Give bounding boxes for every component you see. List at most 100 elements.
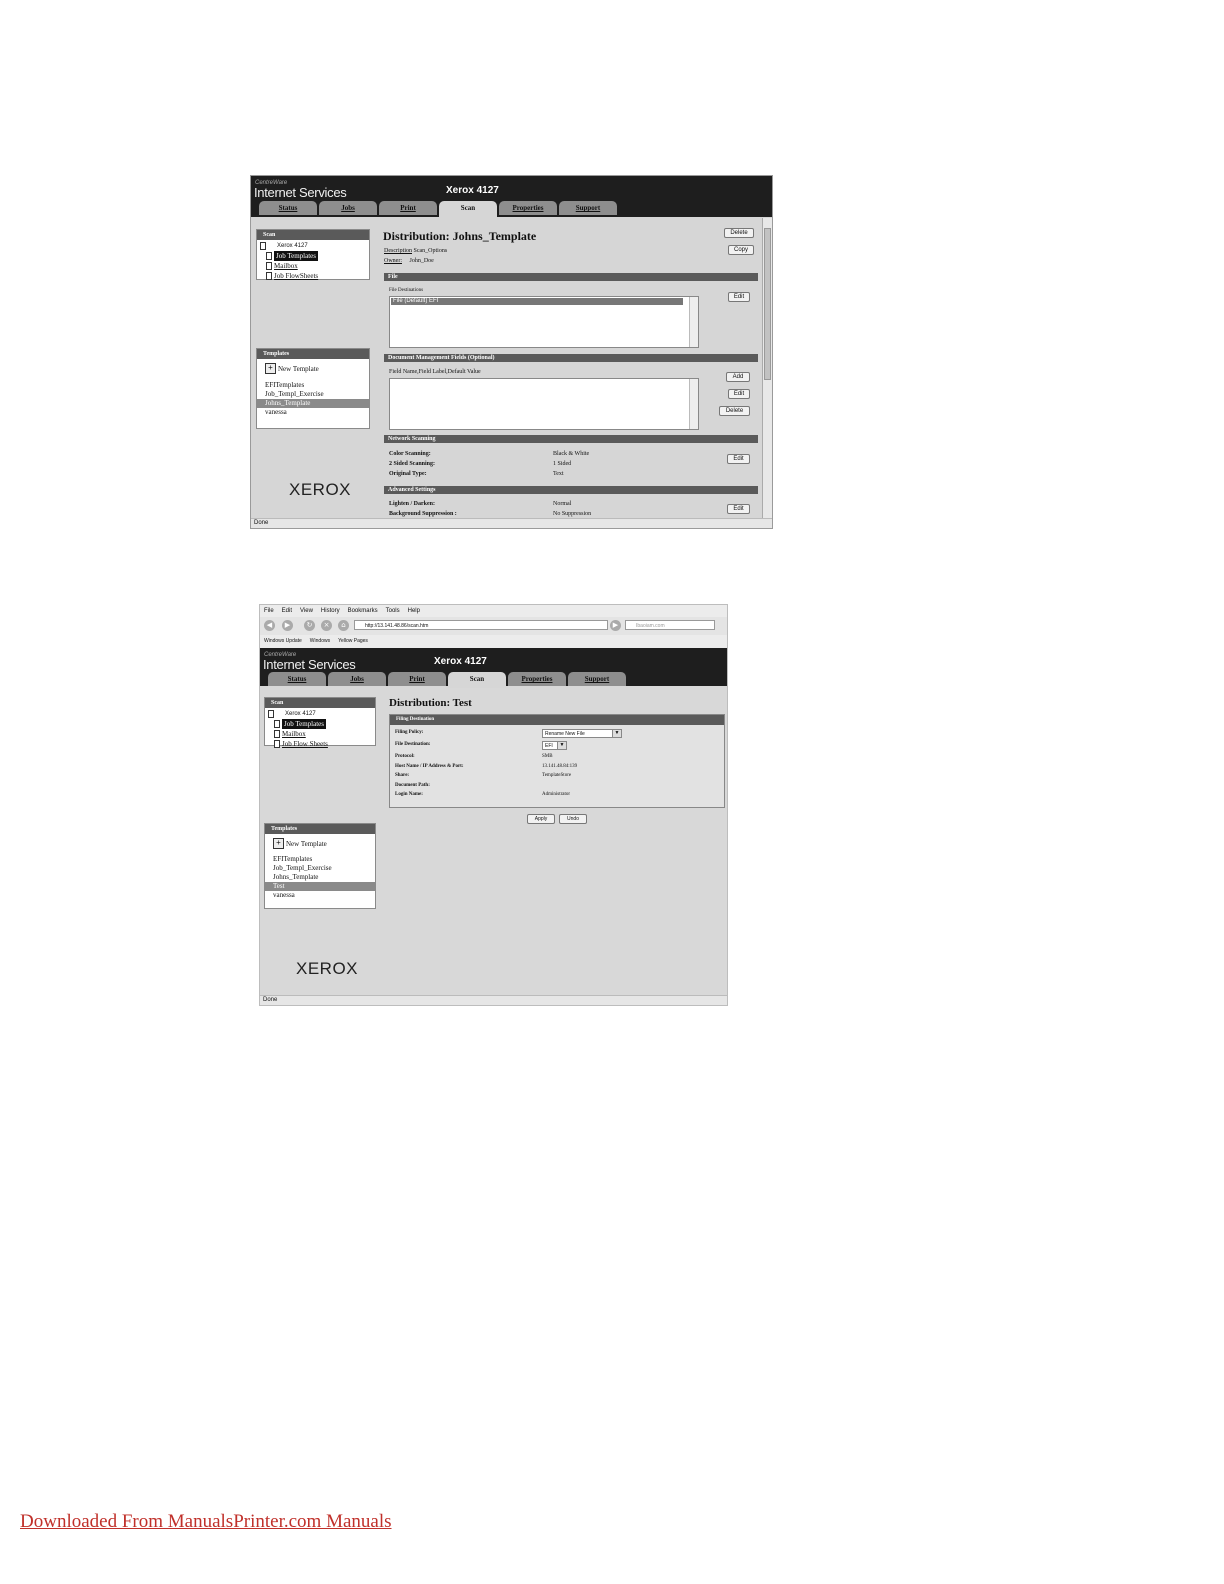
manualsprinter-link[interactable]: Downloaded From ManualsPrinter.com Manua… xyxy=(20,1511,392,1533)
template-item-selected[interactable]: Johns_Template xyxy=(257,399,369,408)
doc-mgmt-list[interactable] xyxy=(389,378,699,430)
tab-print[interactable]: Print xyxy=(388,672,446,686)
doc-edit-button[interactable]: Edit xyxy=(728,389,750,399)
menu-history[interactable]: History xyxy=(321,605,340,617)
tab-support[interactable]: Support xyxy=(568,672,626,686)
color-scanning-label: Color Scanning: xyxy=(389,451,431,457)
menu-bookmarks[interactable]: Bookmarks xyxy=(348,605,378,617)
tab-status[interactable]: Status xyxy=(259,201,317,215)
filing-policy-select[interactable]: Rename New File ▼ xyxy=(542,729,622,738)
background-suppression-label: Background Suppression : xyxy=(389,511,457,517)
share-label: Share: xyxy=(395,773,410,778)
go-icon[interactable]: ▶ xyxy=(610,620,621,631)
search-input[interactable]: Ibaoiam.com xyxy=(625,620,715,630)
document-icon xyxy=(274,730,280,738)
lighten-darken-value: Normal xyxy=(553,501,572,507)
template-item[interactable]: vanessa xyxy=(257,408,369,417)
tree-item-mailbox[interactable]: Mailbox xyxy=(260,261,366,271)
template-item[interactable]: vanessa xyxy=(265,891,375,900)
scan-panel: Scan Xerox 4127 Job Templates Mailbox Jo… xyxy=(264,697,376,749)
login-name-value: Administrator xyxy=(542,792,571,797)
stop-icon[interactable]: × xyxy=(321,620,332,631)
advanced-edit-button[interactable]: Edit xyxy=(727,504,750,514)
template-item[interactable]: Job_Templ_Exercise xyxy=(257,390,369,399)
tab-scan[interactable]: Scan xyxy=(439,201,497,217)
bookmark-windows[interactable]: Windows xyxy=(310,635,330,648)
reload-icon[interactable]: ↻ xyxy=(304,620,315,631)
list-scrollbar[interactable] xyxy=(689,379,698,429)
new-template-button[interactable]: + New Template xyxy=(257,359,369,378)
tab-jobs[interactable]: Jobs xyxy=(328,672,386,686)
printer-icon xyxy=(268,710,274,718)
owner-value: John_Doe xyxy=(409,258,434,264)
doc-delete-button[interactable]: Delete xyxy=(719,406,750,416)
tree-item-job-templates[interactable]: Job Templates xyxy=(268,719,372,729)
section-network: Network Scanning xyxy=(384,435,758,443)
tab-status[interactable]: Status xyxy=(268,672,326,686)
copy-button[interactable]: Copy xyxy=(728,245,754,255)
address-bar[interactable]: http://13.141.48.86/scan.htm xyxy=(354,620,608,630)
background-suppression-value: No Suppression xyxy=(553,511,592,517)
template-item[interactable]: EFITemplates xyxy=(257,381,369,390)
bookmark-yellow-pages[interactable]: Yellow Pages xyxy=(338,635,368,648)
tab-properties[interactable]: Properties xyxy=(499,201,557,215)
bookmark-windows-update[interactable]: Windows Update xyxy=(264,635,302,648)
scan-panel-header: Scan xyxy=(265,698,375,708)
device-name: Xerox 4127 xyxy=(434,656,487,667)
file-destination-select[interactable]: EFI ▼ xyxy=(542,741,567,750)
menu-edit[interactable]: Edit xyxy=(282,605,292,617)
tab-bar: Status Jobs Print Scan Properties Suppor… xyxy=(259,201,617,217)
screenshot-test-distribution: File Edit View History Bookmarks Tools H… xyxy=(259,604,728,1006)
menu-view[interactable]: View xyxy=(300,605,313,617)
template-item[interactable]: Johns_Template xyxy=(265,873,375,882)
menu-bar: File Edit View History Bookmarks Tools H… xyxy=(260,605,727,617)
delete-button[interactable]: Delete xyxy=(724,228,754,238)
filing-policy-label: Filing Policy: xyxy=(395,730,424,735)
home-icon[interactable]: ⌂ xyxy=(338,620,349,631)
menu-tools[interactable]: Tools xyxy=(386,605,400,617)
tab-properties[interactable]: Properties xyxy=(508,672,566,686)
chevron-down-icon: ▼ xyxy=(557,742,566,749)
original-type-label: Original Type: xyxy=(389,471,427,477)
page-scrollbar[interactable] xyxy=(762,218,772,518)
tree-root[interactable]: Xerox 4127 xyxy=(268,709,372,719)
add-button[interactable]: Add xyxy=(726,372,750,382)
tab-jobs[interactable]: Jobs xyxy=(319,201,377,215)
back-icon[interactable]: ◀ xyxy=(264,620,275,631)
filing-destination-header: Filing Destination xyxy=(390,715,724,725)
page-title: Distribution: Johns_Template xyxy=(383,229,537,243)
two-sided-label: 2 Sided Scanning: xyxy=(389,461,436,467)
template-item[interactable]: EFITemplates xyxy=(265,855,375,864)
file-edit-button[interactable]: Edit xyxy=(728,292,750,302)
file-destination-row[interactable]: File (Default) EFI xyxy=(391,298,683,305)
tree-item-mailbox[interactable]: Mailbox xyxy=(268,729,372,739)
template-item[interactable]: Job_Templ_Exercise xyxy=(265,864,375,873)
scrollbar-thumb[interactable] xyxy=(764,228,771,380)
menu-file[interactable]: File xyxy=(264,605,274,617)
xerox-logo: XEROX xyxy=(289,480,352,499)
tab-support[interactable]: Support xyxy=(559,201,617,215)
tree-item-job-flowsheets[interactable]: Job FlowSheets xyxy=(260,271,366,281)
list-scrollbar[interactable] xyxy=(689,297,698,347)
device-name: Xerox 4127 xyxy=(446,185,499,196)
doc-mgmt-columns: Field Name,Field Label,Default Value xyxy=(389,369,481,375)
undo-button[interactable]: Undo xyxy=(559,814,587,824)
tab-print[interactable]: Print xyxy=(379,201,437,215)
template-item-selected[interactable]: Test xyxy=(265,882,375,891)
tab-scan[interactable]: Scan xyxy=(448,672,506,688)
apply-button[interactable]: Apply xyxy=(527,814,555,824)
tree-item-job-templates[interactable]: Job Templates xyxy=(260,251,366,261)
file-destinations-list[interactable]: File (Default) EFI xyxy=(389,296,699,348)
network-edit-button[interactable]: Edit xyxy=(727,454,750,464)
new-template-button[interactable]: + New Template xyxy=(265,834,375,853)
header-bar: CentreWare Internet Services Xerox 4127 … xyxy=(260,648,727,688)
forward-icon[interactable]: ▶ xyxy=(282,620,293,631)
description-label: Description xyxy=(384,248,412,254)
share-value: TemplateStore xyxy=(542,773,572,778)
tree-root[interactable]: Xerox 4127 xyxy=(260,241,366,251)
tree-item-job-flow-sheets[interactable]: Job Flow Sheets xyxy=(268,739,372,749)
lighten-darken-label: Lighten / Darken: xyxy=(389,501,436,507)
menu-help[interactable]: Help xyxy=(408,605,420,617)
page-title: Distribution: Test xyxy=(389,697,472,709)
screenshot-johns-template: CentreWare Internet Services Xerox 4127 … xyxy=(250,175,773,529)
